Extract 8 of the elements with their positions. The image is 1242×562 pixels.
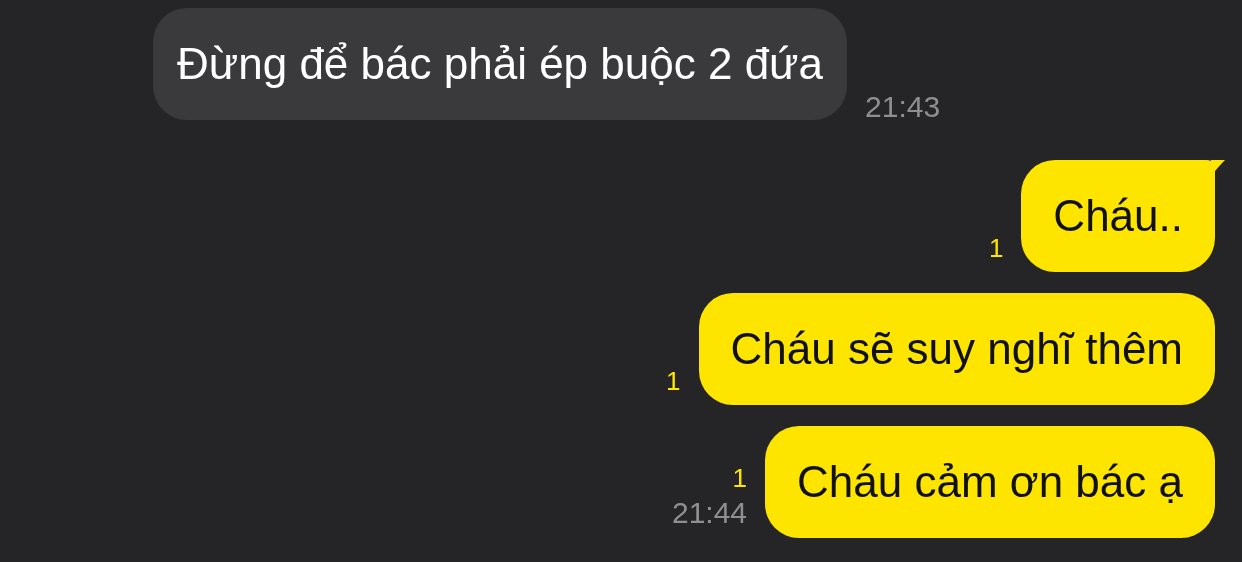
unread-count: 1: [666, 366, 681, 397]
message-bubble: Đừng để bác phải ép buộc 2 đứa: [153, 8, 848, 120]
unread-count: 1: [732, 463, 748, 494]
message-time: 21:43: [865, 90, 941, 124]
message-bubble: Cháu sẽ suy nghĩ thêm: [698, 293, 1215, 405]
message-bubble: Cháu cảm ơn bác ạ: [765, 426, 1215, 538]
unread-count: 1: [988, 233, 1004, 264]
message-time: 21:44: [671, 496, 748, 530]
